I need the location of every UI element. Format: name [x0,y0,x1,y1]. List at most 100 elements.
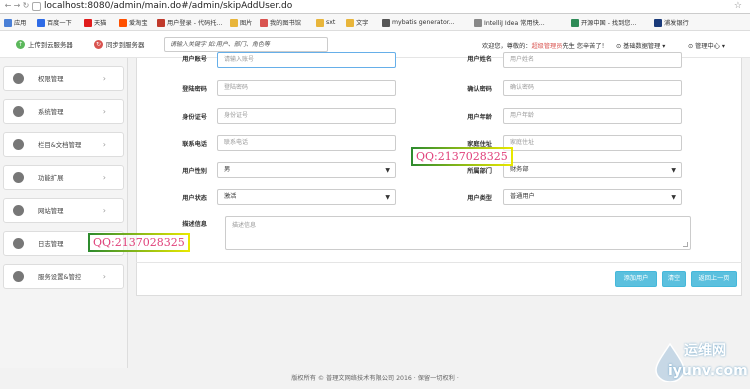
sidebar-item-permission[interactable]: 权限管理 › [3,66,124,91]
forward-arrow-icon[interactable]: → [13,2,21,10]
caret-down-icon: ▼ [671,194,676,201]
welcome-text: 欢迎您，尊敬的：超级管理员先生 您辛苦了！ [482,41,608,50]
status-label: 用户状态 [182,195,207,202]
qq-watermark: QQ:2137028325 [411,147,513,166]
gender-label: 用户性别 [182,168,207,175]
url-field[interactable]: localhost:8080/admin/main.do#/admin/skip… [44,1,292,11]
document-icon [474,18,482,27]
oschina-icon [571,18,579,27]
menu-circle-icon [13,271,24,282]
base-data-menu[interactable]: ⊙ 基础数据管理 ▾ [616,41,665,50]
cloud-upload-icon: ↑ [16,40,25,49]
bookmark-item[interactable]: 图片 [230,17,252,28]
address-input[interactable]: 家庭住址 [503,135,682,151]
phone-input[interactable]: 联系电话 [217,135,396,151]
bookmark-item[interactable]: 文字 [346,17,368,28]
browser-address-bar: ← → ↻ localhost:8080/admin/main.do#/admi… [0,0,750,14]
site-watermark: 运维网 iyunv.com [644,338,750,389]
main-content: 用户账号 请输入账号 用户姓名 用户姓名 登陆密码 登陆密码 确认密码 确认密码… [128,52,750,368]
base-data-menu-label: 基础数据管理 [623,43,661,50]
upload-cloud-button[interactable]: ↑ 上传到云服务器 [16,39,73,50]
form-actions: 添加用户 清空 返回上一页 [136,262,742,296]
reload-icon[interactable]: ↻ [22,2,30,10]
bookmark-item[interactable]: mybatis generator... [382,17,455,28]
sidebar-item-column-doc[interactable]: 栏目&文档管理 › [3,132,124,157]
caret-down-icon: ▾ [662,43,666,50]
status-select[interactable]: 激活 ▼ [217,189,396,205]
qq-watermark: QQ:2137028325 [88,233,190,252]
bookmark-star-icon[interactable]: ☆ [734,1,742,11]
user-type-select[interactable]: 普通用户 ▼ [503,189,682,205]
spdb-icon [654,18,662,27]
menu-circle-icon [13,172,24,183]
library-icon [260,18,268,27]
confirm-password-input[interactable]: 确认密码 [503,80,682,96]
login-name-input[interactable]: 请输入账号 [217,52,396,68]
bookmark-label: IntelliJ Idea 常用快... [484,20,545,27]
search-input[interactable]: 请输入关键字 如:用户、部门、角色等 [164,37,328,52]
add-user-button[interactable]: 添加用户 [615,271,657,287]
description-label: 描述信息 [182,221,207,228]
user-name-input[interactable]: 用户姓名 [503,52,682,68]
description-textarea[interactable]: 描述信息 [225,216,691,250]
department-select-value: 财务部 [510,166,529,173]
age-label: 用户年龄 [467,114,492,121]
resize-grip-icon[interactable] [683,242,688,247]
department-select[interactable]: 财务部 ▼ [503,162,682,178]
aitaobao-icon [119,18,127,27]
admin-center-menu[interactable]: ⊙ 管理中心 ▾ [688,41,725,50]
sidebar-item-website[interactable]: 网站管理 › [3,198,124,223]
clear-button[interactable]: 清空 [662,271,686,287]
bookmark-item[interactable]: 应用 [4,17,26,28]
sidebar-item-label: 日志管理 [38,240,64,248]
menu-circle-icon [13,238,24,249]
phone-label: 联系电话 [182,141,207,148]
bookmark-item[interactable]: 百度一下 [37,17,72,28]
bookmark-item[interactable]: 浦发银行 [654,17,689,28]
back-arrow-icon[interactable]: ← [4,2,12,10]
chevron-right-icon: › [102,107,106,116]
sidebar-item-system[interactable]: 系统管理 › [3,99,124,124]
page-icon [32,2,41,11]
circle-dot-icon: ⊙ [616,43,622,50]
sidebar-item-extension[interactable]: 功能扩展 › [3,165,124,190]
folder-icon [230,18,238,27]
bookmark-label: 浦发银行 [664,20,689,27]
idcard-label: 身份证号 [182,114,207,121]
caret-down-icon: ▾ [721,43,725,50]
sidebar: 权限管理 › 系统管理 › 栏目&文档管理 › 功能扩展 › 网站管理 › 日志… [0,58,128,368]
apps-grid-icon [4,18,12,27]
sidebar-item-label: 功能扩展 [38,174,64,182]
bookmark-item[interactable]: sxt [316,17,335,28]
bookmark-item[interactable]: 天猫 [84,17,106,28]
sync-server-button[interactable]: ↻ 同步到服务器 [94,39,144,50]
menu-circle-icon [13,205,24,216]
bookmark-label: 应用 [14,20,27,27]
caret-down-icon: ▼ [671,167,676,174]
bookmark-item[interactable]: 爱淘宝 [119,17,148,28]
code-hosting-icon [157,18,165,27]
chevron-right-icon: › [102,206,106,215]
gender-select[interactable]: 男 ▼ [217,162,396,178]
bookmark-item[interactable]: 用户登录 - 代码托... [157,17,222,28]
password-input[interactable]: 登陆密码 [217,80,396,96]
login-name-label: 用户账号 [182,56,207,63]
circle-dot-icon: ⊙ [688,43,694,50]
folder-icon [316,18,324,27]
department-label: 所属部门 [467,168,492,175]
user-type-select-value: 普通用户 [510,193,535,200]
idcard-input[interactable]: 身份证号 [217,108,396,124]
bookmark-item[interactable]: 开源中国 - 找到您... [571,17,636,28]
globe-icon [382,18,390,27]
page-footer: 版权所有 © 普理文网络技术有限公司 2016 · 保留一切权利 · [0,368,750,389]
bookmark-label: mybatis generator... [392,19,455,26]
bookmark-label: 用户登录 - 代码托... [167,20,223,27]
bookmark-item[interactable]: 我的图书馆 [260,17,301,28]
bookmark-item[interactable]: IntelliJ Idea 常用快... [474,17,545,28]
user-type-label: 用户类型 [467,195,492,202]
menu-circle-icon [13,73,24,84]
back-button[interactable]: 返回上一页 [691,271,737,287]
sync-server-label: 同步到服务器 [106,41,145,49]
sidebar-item-service[interactable]: 服务设置&管控 › [3,264,124,289]
age-input[interactable]: 用户年龄 [503,108,682,124]
